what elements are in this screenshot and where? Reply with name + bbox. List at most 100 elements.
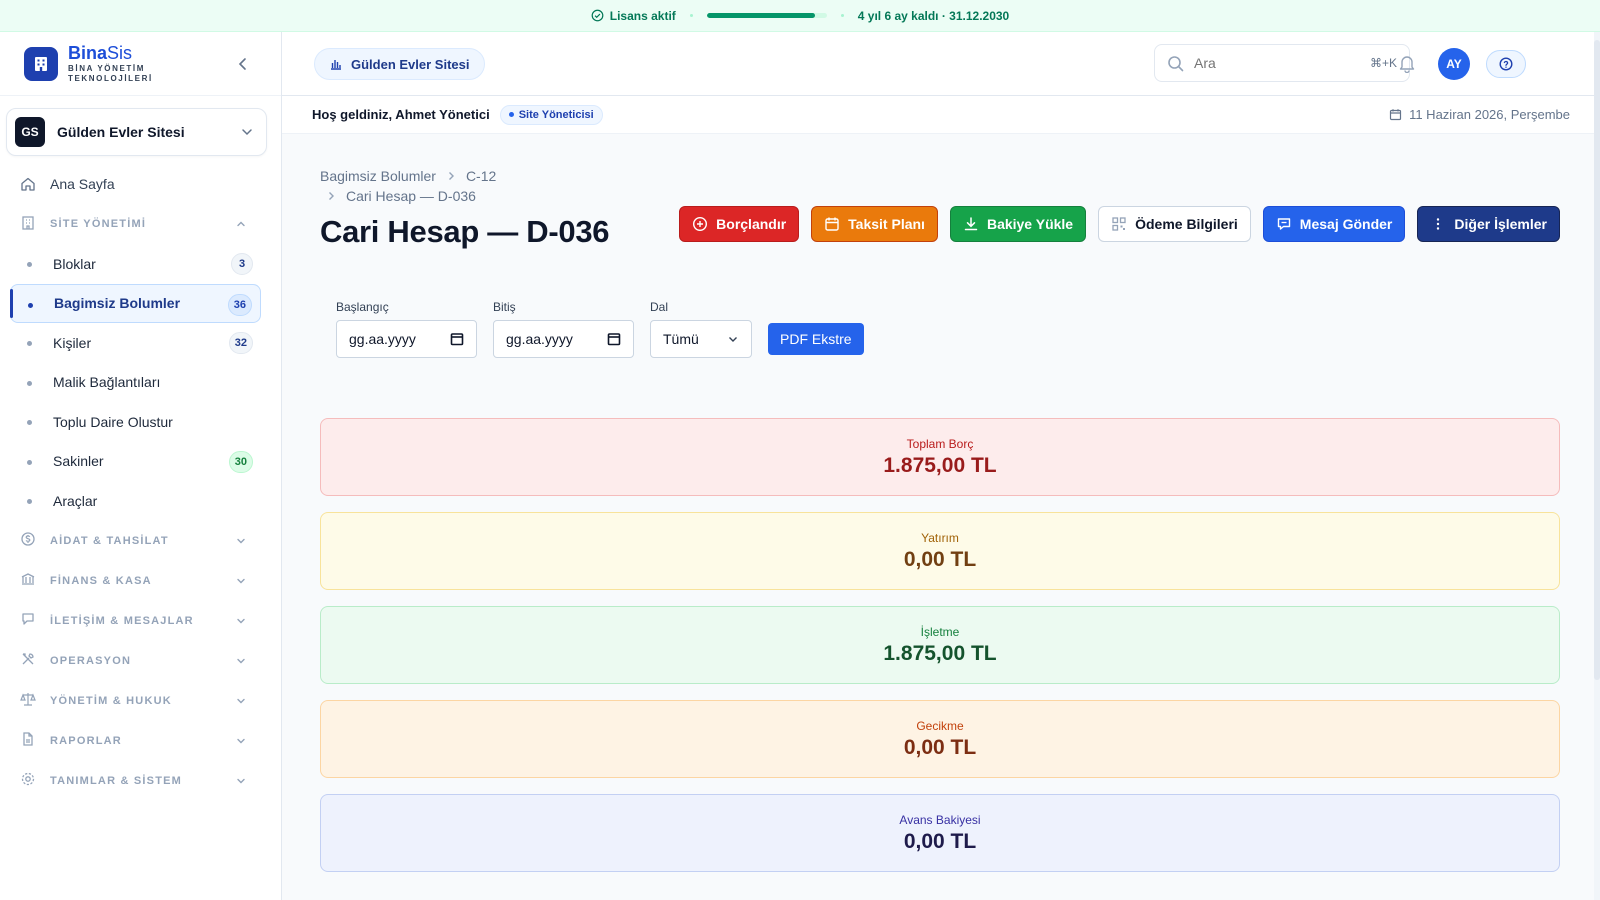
breadcrumb-item-current: Cari Hesap — D-036 (346, 188, 476, 204)
license-status: Lisans aktif (591, 9, 676, 23)
branch-value: Tümü (663, 331, 699, 347)
top-header: Gülden Evler Sitesi ⌘+K AY (282, 32, 1600, 96)
brand-text: BinaSis BİNA YÖNETİM TEKNOLOJİLERİ (68, 44, 153, 84)
nav-section-settings[interactable]: TANIMLAR & SİSTEM (0, 761, 281, 801)
bullet (27, 262, 32, 267)
search-input[interactable] (1194, 55, 1364, 71)
charge-button[interactable]: Borçlandır (679, 206, 800, 242)
building-logo-icon (24, 46, 58, 81)
chevron-down-icon (237, 618, 245, 623)
other-actions-label: Diğer İşlemler (1454, 216, 1547, 232)
gear-icon (20, 771, 36, 790)
check-circle-icon (591, 9, 604, 22)
sidebar-item-label: Bagimsiz Bolumler (54, 295, 181, 312)
sidebar-item-people[interactable]: Kişiler 32 (10, 323, 261, 363)
calendar-icon[interactable] (450, 332, 464, 346)
user-avatar[interactable]: AY (1438, 48, 1470, 80)
page-title: Cari Hesap — D-036 (320, 214, 610, 249)
sidebar-item-independent-units[interactable]: Bagimsiz Bolumler 36 (10, 283, 261, 323)
scrollbar-thumb[interactable] (1594, 40, 1600, 680)
bullet (27, 459, 32, 465)
notifications-button[interactable] (1398, 53, 1416, 76)
nav-section-legal[interactable]: YÖNETİM & HUKUK (0, 681, 281, 721)
send-message-button[interactable]: Mesaj Gönder (1262, 206, 1406, 242)
nav-section-site[interactable]: SİTE YÖNETİMİ (0, 204, 281, 244)
end-date-input[interactable]: gg.aa.yyyy (493, 320, 634, 358)
chevron-down-icon (237, 778, 245, 783)
advance-balance-value: 0,00 TL (903, 829, 977, 853)
start-date-value: gg.aa.yyyy (349, 331, 416, 347)
help-button[interactable] (1486, 50, 1526, 78)
nav-section-operations[interactable]: OPERASYON (0, 641, 281, 681)
payment-info-button[interactable]: Ödeme Bilgileri (1098, 206, 1251, 242)
chevron-down-icon (237, 658, 245, 663)
message-icon (1277, 218, 1290, 230)
sidebar-item-vehicles[interactable]: Araçlar (10, 481, 261, 521)
current-site-chip[interactable]: Gülden Evler Sitesi (314, 48, 485, 80)
sidebar-item-bulk-create[interactable]: Toplu Daire Olustur (10, 402, 261, 442)
role-badge: Site Yöneticisi (499, 104, 603, 125)
brand-subtitle-1: BİNA YÖNETİM (68, 63, 145, 73)
other-actions-button[interactable]: Diğer İşlemler (1417, 206, 1560, 242)
bullet (27, 420, 32, 425)
license-bar: Lisans aktif 4 yıl 6 ay kaldı · 31.12.20… (0, 0, 1600, 32)
separator-dot (840, 14, 844, 17)
end-date-label: Bitiş (493, 300, 516, 314)
license-progress-fill (706, 13, 815, 18)
site-selector[interactable]: GS Gülden Evler Sitesi (6, 108, 267, 156)
send-message-label: Mesaj Gönder (1299, 216, 1393, 232)
sidebar-item-label: Sakinler (53, 453, 104, 470)
total-debt-value: 1.875,00 TL (883, 453, 997, 477)
branch-select[interactable]: Tümü (650, 320, 752, 358)
document-icon (20, 731, 36, 750)
brand-name-light: Sis (107, 42, 133, 63)
search-box[interactable]: ⌘+K (1154, 44, 1410, 82)
nav-section-dues[interactable]: AİDAT & TAHSİLAT (0, 521, 281, 561)
start-date-input[interactable]: gg.aa.yyyy (336, 320, 477, 358)
calendar-icon[interactable] (607, 332, 621, 346)
nav-section-communication[interactable]: İLETİŞİM & MESAJLAR (0, 601, 281, 641)
home-icon (20, 176, 36, 192)
role-label: Site Yöneticisi (518, 108, 594, 121)
advance-balance-card: Avans Bakiyesi 0,00 TL (320, 794, 1560, 872)
nav-section-label: RAPORLAR (50, 734, 122, 747)
chevron-down-icon (237, 538, 245, 543)
pdf-statement-button[interactable]: PDF Ekstre (768, 323, 864, 355)
branch-group: Dal Tümü (650, 300, 752, 358)
brand-subtitle-2: TEKNOLOJİLERİ (68, 73, 153, 83)
sidebar-item-label: Bloklar (53, 255, 96, 272)
license-progress (706, 13, 827, 18)
welcome-greeting: Hoş geldiniz, Ahmet Yönetici (312, 107, 490, 122)
nav-home-label: Ana Sayfa (50, 176, 115, 192)
operation-value: 1.875,00 TL (883, 641, 997, 665)
payment-info-label: Ödeme Bilgileri (1135, 216, 1238, 232)
sidebar-item-owner-links[interactable]: Malik Bağlantıları (10, 363, 261, 403)
action-toolbar: Borçlandır Taksit Planı Bakiye Yükle Öde… (679, 206, 1560, 242)
breadcrumb-row: Cari Hesap — D-036 (320, 186, 496, 206)
nav-home[interactable]: Ana Sayfa (0, 164, 281, 204)
bell-icon (1399, 56, 1415, 74)
license-status-text: Lisans aktif (609, 8, 676, 23)
nav-section-label: YÖNETİM & HUKUK (50, 694, 172, 707)
sidebar-item-residents[interactable]: Sakinler 30 (10, 442, 261, 482)
site-selector-name: Gülden Evler Sitesi (57, 124, 185, 140)
bank-icon (20, 571, 36, 590)
collapse-sidebar-button[interactable] (233, 54, 253, 74)
sidebar-item-blocks[interactable]: Bloklar 3 (10, 244, 261, 284)
nav-section-finance[interactable]: FİNANS & KASA (0, 561, 281, 601)
welcome-row: Hoş geldiniz, Ahmet Yönetici Site Yöneti… (282, 96, 1594, 134)
branch-label: Dal (650, 300, 669, 314)
installment-plan-button[interactable]: Taksit Planı (811, 206, 938, 242)
current-date-text: 11 Haziran 2026, Perşembe (1409, 107, 1570, 122)
license-remaining: 4 yıl 6 ay kaldı · 31.12.2030 (857, 8, 1010, 23)
load-balance-button[interactable]: Bakiye Yükle (949, 206, 1087, 242)
operation-label: İşletme (920, 624, 960, 639)
chevron-right-icon (448, 172, 454, 180)
breadcrumb-item[interactable]: C-12 (466, 166, 496, 186)
nav-section-reports[interactable]: RAPORLAR (0, 721, 281, 761)
breadcrumb-item[interactable]: Bagimsiz Bolumler (320, 166, 436, 186)
current-date: 11 Haziran 2026, Perşembe (1389, 107, 1570, 122)
separator-dot (689, 14, 693, 17)
investment-card: Yatırım 0,00 TL (320, 512, 1560, 590)
summary-cards: Toplam Borç 1.875,00 TL Yatırım 0,00 TL … (320, 418, 1560, 888)
